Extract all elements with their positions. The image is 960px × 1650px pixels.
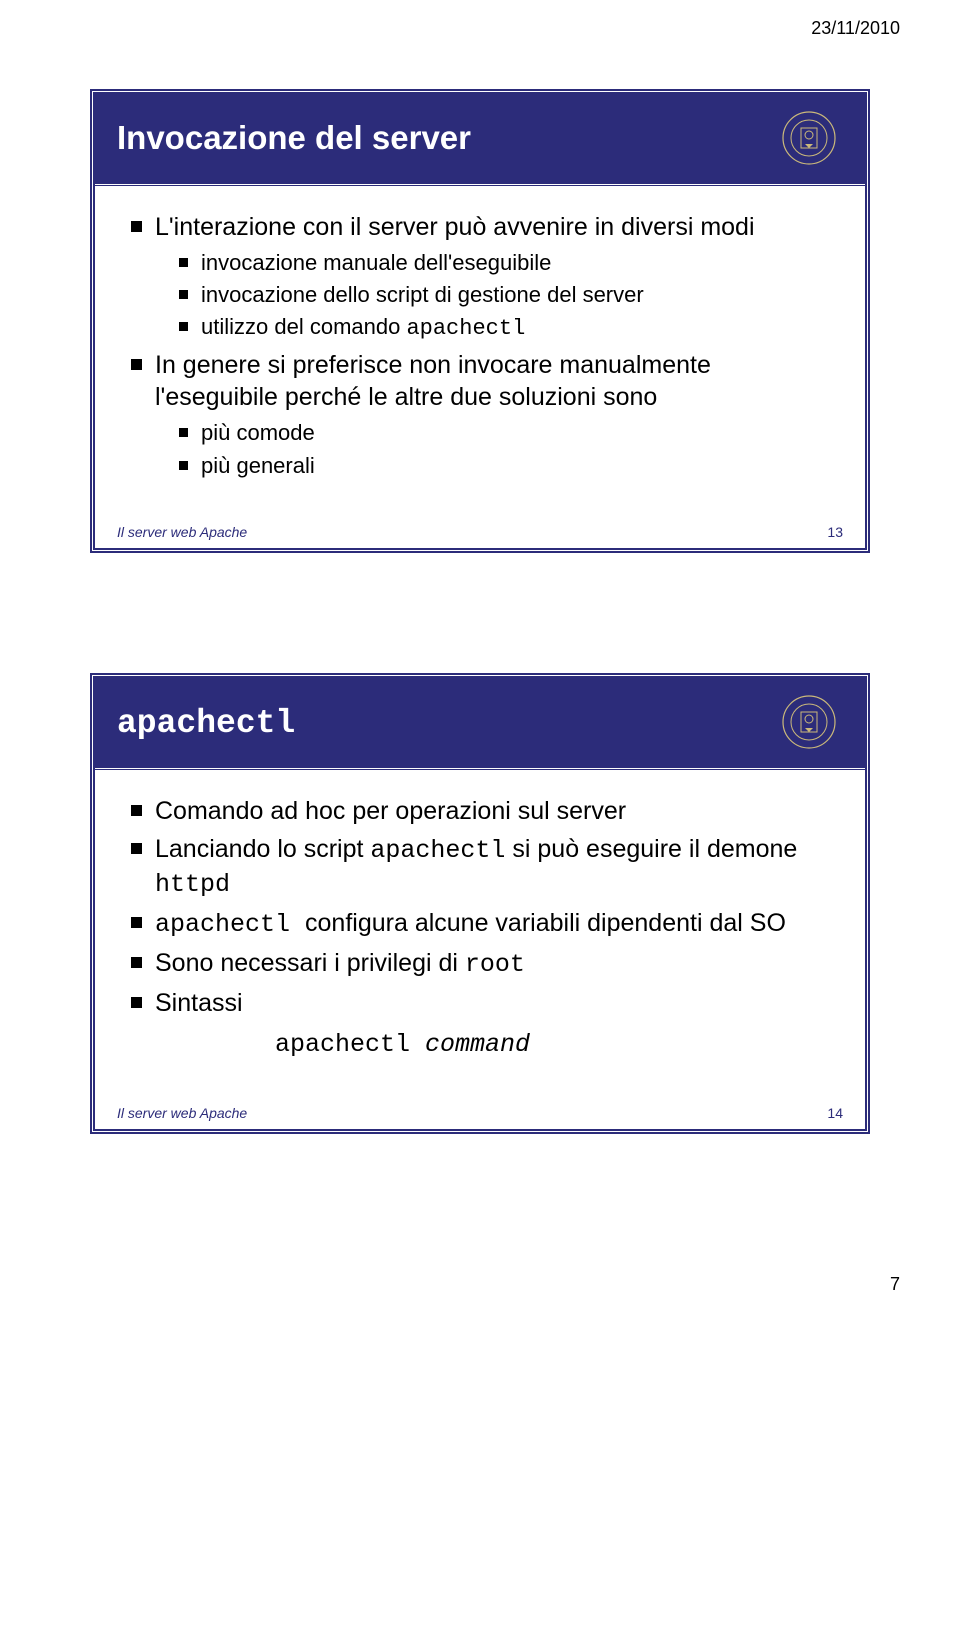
code-literal: apachectl: [275, 1030, 425, 1059]
page-number: 7: [0, 1274, 960, 1325]
slide-body: Comando ad hoc per operazioni sul server…: [95, 771, 865, 1087]
bullet-item: Lanciando lo script apachectl si può ese…: [131, 833, 835, 901]
bullet-item: Sono necessari i privilegi di root: [131, 947, 835, 981]
seal-icon: [781, 694, 837, 750]
slide-number: 13: [827, 524, 843, 540]
code-literal: apachectl: [370, 836, 505, 865]
footer-label: Il server web Apache: [117, 524, 247, 540]
code-literal: apachectl: [117, 705, 295, 742]
slide-2: apachectl Comando ad hoc per operazioni …: [90, 673, 870, 1134]
slide-title: Invocazione del server: [117, 119, 471, 157]
code-literal: apachectl: [155, 910, 305, 939]
slide-1: Invocazione del server L'interazione con…: [90, 89, 870, 553]
bullet-text: più comode: [201, 420, 315, 445]
code-literal: httpd: [155, 870, 230, 899]
slide-header: Invocazione del server: [95, 94, 865, 187]
bullet-text: configura alcune variabili dipendenti da…: [305, 909, 786, 937]
bullet-text: Sono necessari i privilegi di: [155, 949, 465, 977]
slide-footer: Il server web Apache 13: [95, 506, 865, 548]
slide-number: 14: [827, 1105, 843, 1121]
bullet-text: Comando ad hoc per operazioni sul server: [155, 797, 626, 825]
code-literal: apachectl: [406, 316, 525, 341]
slide-header: apachectl: [95, 678, 865, 771]
bullet-text: invocazione dello script di gestione del…: [201, 282, 644, 307]
bullet-text: L'interazione con il server può avvenire…: [155, 213, 755, 241]
slide-title: apachectl: [117, 702, 295, 742]
bullet-item: Comando ad hoc per operazioni sul server: [131, 795, 835, 827]
page-date: 23/11/2010: [0, 0, 960, 39]
bullet-item: utilizzo del comando apachectl: [179, 313, 835, 343]
bullet-text: In genere si preferisce non invocare man…: [155, 351, 711, 411]
slide-footer: Il server web Apache 14: [95, 1087, 865, 1129]
bullet-item: più generali: [179, 452, 835, 480]
code-placeholder: command: [425, 1030, 530, 1059]
seal-icon: [781, 110, 837, 166]
bullet-text: si può eseguire il demone: [505, 835, 797, 863]
code-literal: root: [465, 950, 525, 979]
bullet-text: più generali: [201, 453, 315, 478]
bullet-text: invocazione manuale dell'eseguibile: [201, 250, 551, 275]
bullet-item: invocazione dello script di gestione del…: [179, 281, 835, 309]
bullet-item: apachectl configura alcune variabili dip…: [131, 907, 835, 941]
slide-body: L'interazione con il server può avvenire…: [95, 187, 865, 506]
slides-container: Invocazione del server L'interazione con…: [0, 39, 960, 1274]
footer-label: Il server web Apache: [117, 1105, 247, 1121]
bullet-item: L'interazione con il server può avvenire…: [131, 211, 835, 343]
syntax-line: apachectl command: [155, 1027, 835, 1061]
bullet-item: Sintassi apachectl command: [131, 987, 835, 1061]
bullet-item: invocazione manuale dell'eseguibile: [179, 249, 835, 277]
bullet-item: In genere si preferisce non invocare man…: [131, 349, 835, 479]
bullet-item: più comode: [179, 419, 835, 447]
bullet-text: utilizzo del comando: [201, 314, 406, 339]
bullet-text: Lanciando lo script: [155, 835, 370, 863]
bullet-text: Sintassi: [155, 989, 243, 1017]
